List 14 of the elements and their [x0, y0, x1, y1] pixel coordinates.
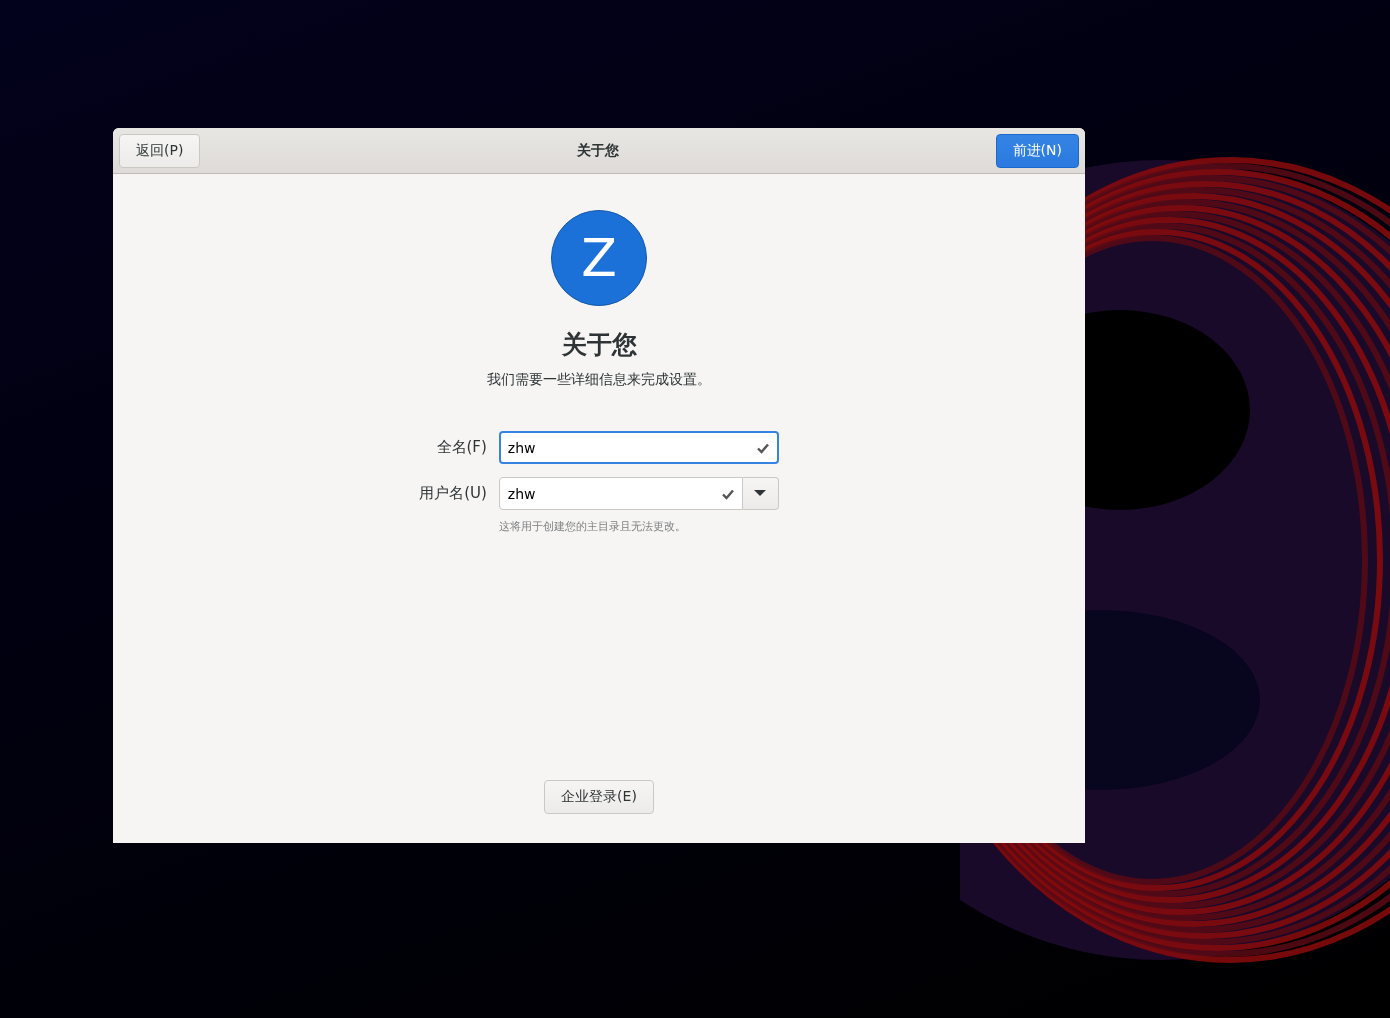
enterprise-login-button[interactable]: 企业登录(E): [544, 780, 654, 814]
caret-icon: [754, 490, 767, 497]
dropdown-button[interactable]: [742, 477, 779, 510]
avatar[interactable]: Z: [551, 210, 647, 306]
input-field[interactable]: zhw: [498, 431, 779, 464]
window-title: 关于您: [577, 141, 619, 160]
field-hint: 这将用于创建您的主目录且无法更改。: [498, 519, 687, 534]
next-button[interactable]: 前进(N): [995, 133, 1079, 168]
input-field[interactable]: zhw: [498, 477, 743, 510]
back-button[interactable]: 返回(P): [119, 133, 201, 168]
page-heading: 关于您: [561, 329, 637, 361]
field-label: 全名(F): [435, 438, 487, 457]
field-label: 用户名(U): [419, 484, 487, 503]
page-subtitle: 我们需要一些详细信息来完成设置。: [487, 371, 711, 389]
